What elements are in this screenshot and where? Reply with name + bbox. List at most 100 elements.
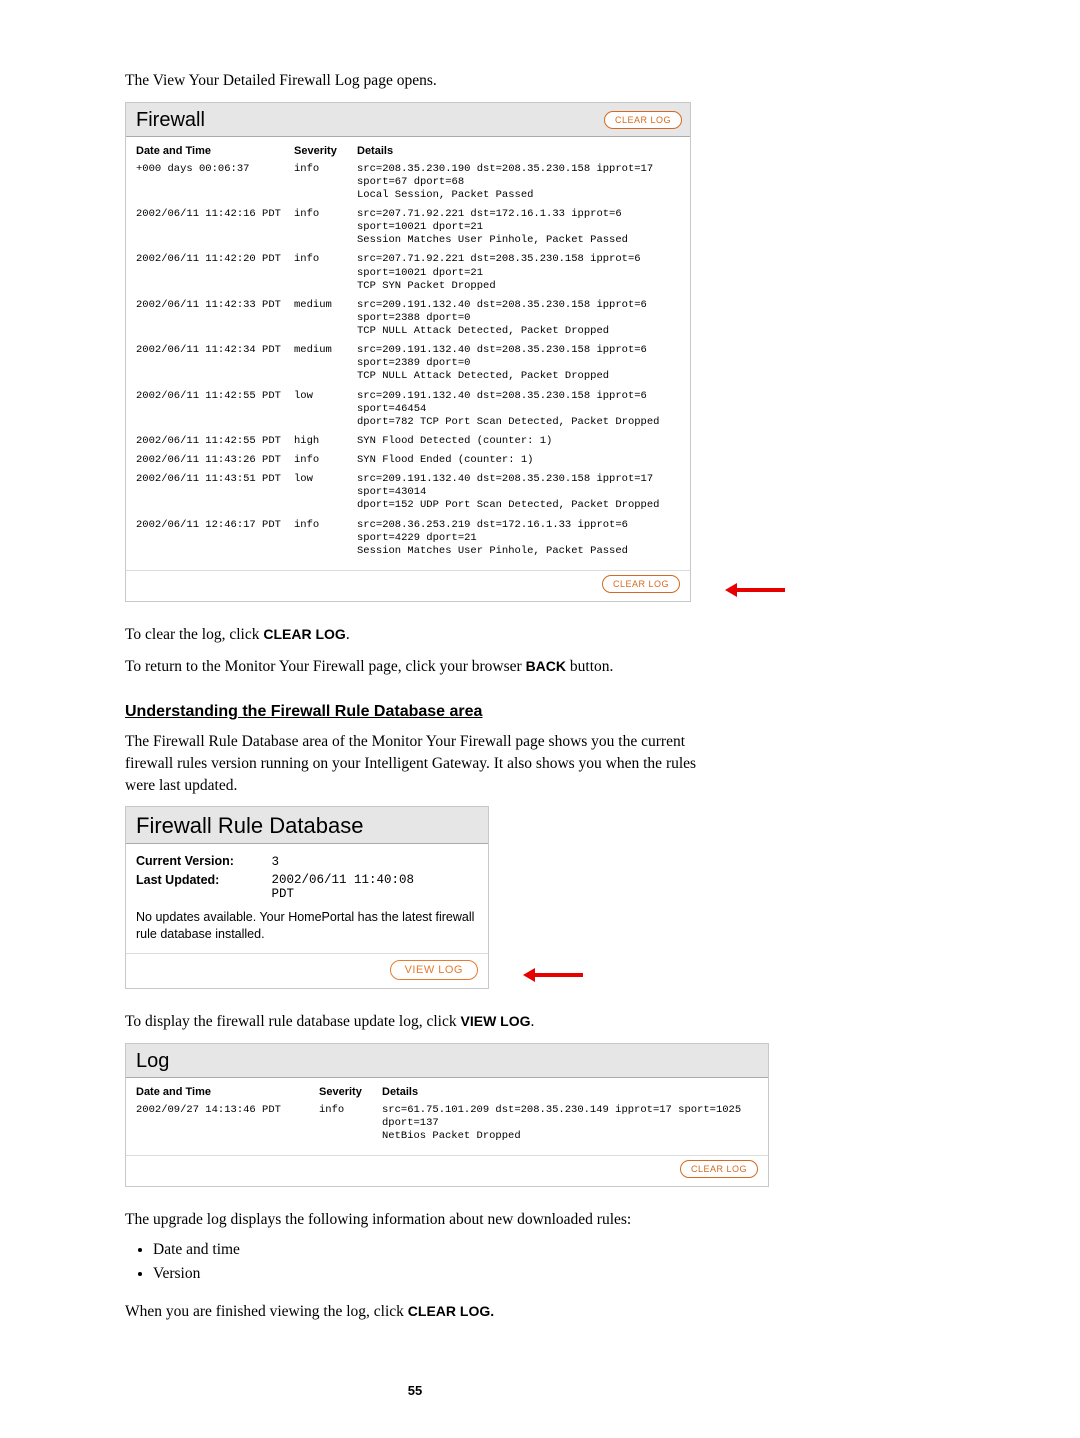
table-header-row: Date and Time Severity Details [136, 143, 680, 161]
cell-det: src=208.35.230.190 dst=208.35.230.158 ip… [357, 161, 680, 206]
cell-dt: 2002/06/11 11:42:20 PDT [136, 251, 294, 296]
col-header-datetime: Date and Time [136, 1084, 319, 1102]
cell-dt: 2002/06/11 11:42:34 PDT [136, 342, 294, 387]
text: . [531, 1013, 535, 1030]
cell-det: src=209.191.132.40 dst=208.35.230.158 ip… [357, 388, 680, 433]
label-current-version: Current Version: [136, 854, 268, 868]
bullet-list: Date and time Version [153, 1241, 705, 1283]
cell-sev: high [294, 433, 357, 452]
frd-description: The Firewall Rule Database area of the M… [125, 731, 705, 796]
clear-log-button[interactable]: CLEAR LOG [680, 1160, 758, 1178]
cell-det: src=209.191.132.40 dst=208.35.230.158 ip… [357, 342, 680, 387]
firewall-panel-footer: CLEAR LOG [126, 570, 690, 601]
cell-det: SYN Flood Detected (counter: 1) [357, 433, 680, 452]
log-panel: Log Date and Time Severity Details 2002/… [125, 1043, 769, 1187]
cell-dt: 2002/06/11 11:42:33 PDT [136, 297, 294, 342]
callout-arrow-icon [523, 969, 583, 981]
callout-arrow-icon [725, 584, 785, 596]
cell-dt: 2002/06/11 11:42:16 PDT [136, 206, 294, 251]
upgrade-desc: The upgrade log displays the following i… [125, 1209, 705, 1231]
cell-sev: medium [294, 342, 357, 387]
cell-det: src=209.191.132.40 dst=208.35.230.158 ip… [357, 297, 680, 342]
back-instruction: To return to the Monitor Your Firewall p… [125, 656, 705, 678]
view-log-button[interactable]: VIEW LOG [390, 960, 478, 980]
table-row: 2002/09/27 14:13:46 PDTinfosrc=61.75.101… [136, 1102, 758, 1147]
arrow-head-icon [725, 583, 737, 597]
frd-body: Current Version: 3 Last Updated: 2002/06… [126, 844, 488, 953]
cell-dt: 2002/06/11 11:43:26 PDT [136, 452, 294, 471]
text: To return to the Monitor Your Firewall p… [125, 658, 526, 675]
log-body: Date and Time Severity Details 2002/09/2… [126, 1078, 768, 1155]
clear-log-button-top[interactable]: CLEAR LOG [604, 111, 682, 129]
cell-dt: +000 days 00:06:37 [136, 161, 294, 206]
cell-det: src=207.71.92.221 dst=208.35.230.158 ipp… [357, 251, 680, 296]
list-item: Version [153, 1265, 705, 1283]
col-header-datetime: Date and Time [136, 143, 294, 161]
cell-det: src=207.71.92.221 dst=172.16.1.33 ipprot… [357, 206, 680, 251]
text-bold: VIEW LOG [461, 1013, 531, 1029]
arrow-head-icon [523, 968, 535, 982]
firewall-panel: Firewall CLEAR LOG Date and Time Severit… [125, 102, 691, 602]
frd-panel-wrap: Firewall Rule Database Current Version: … [125, 806, 705, 989]
cell-sev: info [294, 206, 357, 251]
table-row: 2002/06/11 11:42:34 PDTmediumsrc=209.191… [136, 342, 680, 387]
cell-sev: medium [294, 297, 357, 342]
col-header-severity: Severity [319, 1084, 382, 1102]
value-current-version: 3 [271, 855, 279, 869]
cell-det: src=208.36.253.219 dst=172.16.1.33 ippro… [357, 517, 680, 562]
table-row: +000 days 00:06:37infosrc=208.35.230.190… [136, 161, 680, 206]
cell-sev: info [294, 251, 357, 296]
firewall-panel-body: Date and Time Severity Details +000 days… [126, 137, 690, 570]
frd-panel: Firewall Rule Database Current Version: … [125, 806, 489, 989]
log-footer: CLEAR LOG [126, 1155, 768, 1186]
firewall-panel-wrap: Firewall CLEAR LOG Date and Time Severit… [125, 102, 705, 602]
cell-dt: 2002/06/11 12:46:17 PDT [136, 517, 294, 562]
text: . [346, 626, 350, 643]
clear-log-button-bottom[interactable]: CLEAR LOG [602, 575, 680, 593]
arrow-shaft-icon [737, 588, 785, 592]
no-updates-text: No updates available. Your HomePortal ha… [136, 909, 478, 943]
text: To display the firewall rule database up… [125, 1013, 461, 1030]
table-row: 2002/06/11 11:42:55 PDTlowsrc=209.191.13… [136, 388, 680, 433]
cell-sev: info [294, 161, 357, 206]
table-row: 2002/06/11 11:42:16 PDTinfosrc=207.71.92… [136, 206, 680, 251]
cell-sev: low [294, 471, 357, 516]
cell-dt: 2002/09/27 14:13:46 PDT [136, 1102, 319, 1147]
text: button. [566, 658, 613, 675]
firewall-panel-title-bar: Firewall CLEAR LOG [126, 103, 690, 137]
intro-text: The View Your Detailed Firewall Log page… [125, 70, 705, 92]
label-last-updated: Last Updated: [136, 873, 268, 887]
table-row: 2002/06/11 11:42:33 PDTmediumsrc=209.191… [136, 297, 680, 342]
cell-det: SYN Flood Ended (counter: 1) [357, 452, 680, 471]
value-last-updated: 2002/06/11 11:40:08 PDT [271, 873, 414, 901]
col-header-details: Details [357, 143, 680, 161]
cell-sev: info [319, 1102, 382, 1147]
arrow-shaft-icon [535, 973, 583, 977]
frd-title: Firewall Rule Database [126, 807, 488, 844]
finish-instruction: When you are finished viewing the log, c… [125, 1301, 705, 1323]
table-row: 2002/06/11 11:43:51 PDTlowsrc=209.191.13… [136, 471, 680, 516]
clear-instruction: To clear the log, click CLEAR LOG. [125, 624, 705, 646]
log-title: Log [126, 1044, 768, 1078]
col-header-severity: Severity [294, 143, 357, 161]
cell-sev: info [294, 452, 357, 471]
firewall-title: Firewall [136, 109, 205, 131]
page-number: 55 [125, 1383, 705, 1398]
cell-dt: 2002/06/11 11:42:55 PDT [136, 388, 294, 433]
cell-dt: 2002/06/11 11:42:55 PDT [136, 433, 294, 452]
firewall-log-table: Date and Time Severity Details +000 days… [136, 143, 680, 562]
table-row: 2002/06/11 11:43:26 PDTinfoSYN Flood End… [136, 452, 680, 471]
text-bold: CLEAR LOG. [408, 1303, 494, 1319]
section-heading-frd: Understanding the Firewall Rule Database… [125, 703, 705, 721]
frd-footer: VIEW LOG [126, 953, 488, 988]
log-table: Date and Time Severity Details 2002/09/2… [136, 1084, 758, 1147]
table-header-row: Date and Time Severity Details [136, 1084, 758, 1102]
table-row: 2002/06/11 11:42:55 PDThighSYN Flood Det… [136, 433, 680, 452]
list-item: Date and time [153, 1241, 705, 1259]
viewlog-instruction: To display the firewall rule database up… [125, 1011, 705, 1033]
cell-sev: low [294, 388, 357, 433]
text: To clear the log, click [125, 626, 263, 643]
kv-current-version: Current Version: 3 [136, 854, 478, 869]
cell-sev: info [294, 517, 357, 562]
col-header-details: Details [382, 1084, 758, 1102]
